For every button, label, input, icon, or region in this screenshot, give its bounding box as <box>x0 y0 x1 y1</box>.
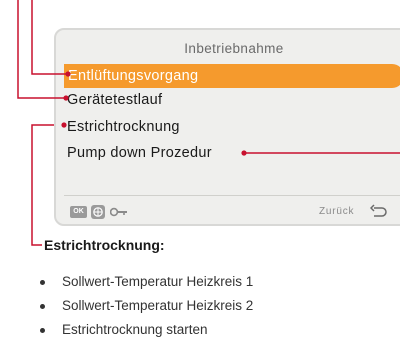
display-screen: Inbetriebnahme Entlüftungsvorgang Geräte… <box>54 28 400 226</box>
callout-line-estrich <box>31 124 54 246</box>
bullet-icon <box>40 304 45 309</box>
menu-item-pump-down[interactable]: Pump down Prozedur <box>67 141 212 165</box>
wrench-icon[interactable] <box>110 206 128 218</box>
list-item: Sollwert-Temperatur Heizkreis 1 <box>40 270 253 294</box>
list-item: Estrichtrocknung starten <box>40 318 253 342</box>
screen-title: Inbetriebnahme <box>184 41 284 56</box>
back-arrow-icon[interactable] <box>370 204 388 218</box>
menu-item-geraetetestlauf[interactable]: Gerätetestlauf <box>67 88 162 112</box>
ok-key-icon[interactable]: OK <box>70 206 87 218</box>
menu-key-icon[interactable] <box>91 205 105 219</box>
menu-item-estrichtrocknung[interactable]: Estrichtrocknung <box>67 115 180 139</box>
bullet-icon <box>40 280 45 285</box>
description-list: Sollwert-Temperatur Heizkreis 1 Sollwert… <box>40 270 253 342</box>
bottom-divider <box>64 195 400 196</box>
section-heading: Estrichtrocknung: <box>44 237 165 253</box>
menu-item-entlueftungsvorgang[interactable]: Entlüftungsvorgang <box>64 64 400 88</box>
back-label[interactable]: Zurück <box>319 206 354 217</box>
list-item: Sollwert-Temperatur Heizkreis 2 <box>40 294 253 318</box>
bullet-icon <box>40 328 45 333</box>
